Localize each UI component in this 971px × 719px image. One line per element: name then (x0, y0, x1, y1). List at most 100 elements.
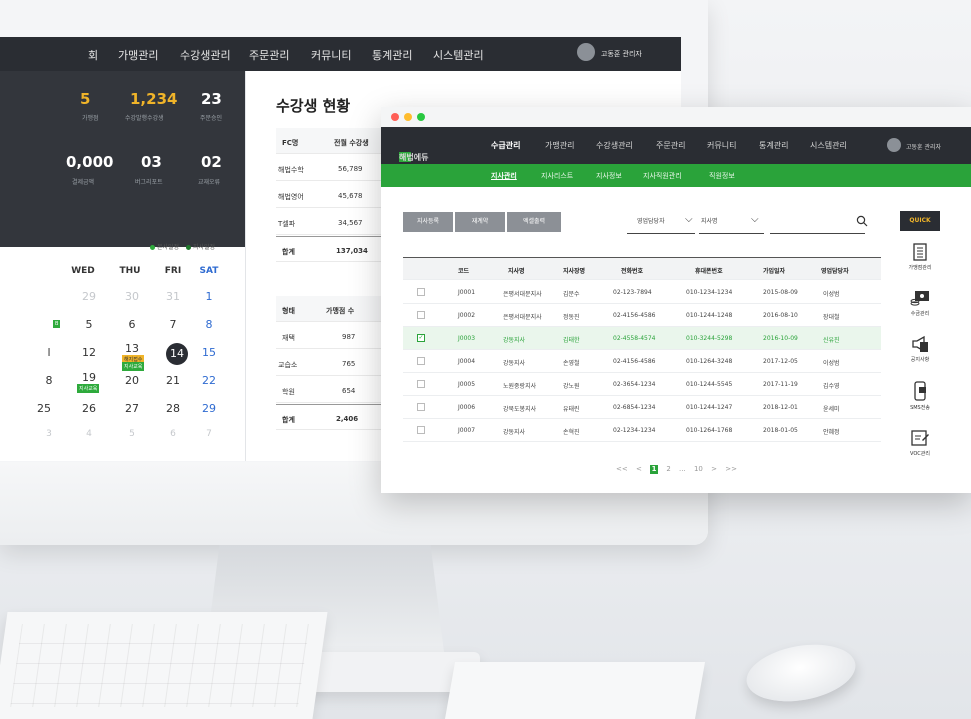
page-number[interactable]: 10 (694, 465, 703, 473)
calendar-day-header: WED (71, 266, 95, 276)
subnav-item[interactable]: 지사관리 (491, 171, 517, 181)
back-nav-item[interactable]: 수강생관리 (180, 47, 231, 63)
back-nav-item[interactable]: 시스템관리 (433, 47, 484, 63)
back-nav-item[interactable]: 통계관리 (372, 47, 412, 63)
subnav-item[interactable]: 지사정보 (596, 171, 622, 181)
back-user-name[interactable]: 고동훈 관리자 (601, 49, 642, 59)
back-nav-item[interactable]: 가맹관리 (118, 47, 158, 63)
next-page-button[interactable]: > (711, 465, 717, 473)
calendar-date[interactable]: 21 (158, 374, 188, 387)
table-row[interactable]: J0005 노원중랑지사 강노원 02-3654-1234 010-1244-5545 2… (403, 373, 881, 396)
calendar-date[interactable]: 20 (117, 374, 147, 387)
nav-item[interactable]: 가맹관리 (545, 140, 574, 151)
back-nav-item[interactable]: 회 (88, 47, 98, 63)
calendar-date[interactable]: 22 (194, 374, 224, 387)
first-page-button[interactable]: << (616, 465, 628, 473)
calendar-date[interactable]: 31 (158, 290, 188, 303)
quick-item[interactable]: 수금관리 (900, 289, 940, 317)
user-avatar-icon[interactable] (887, 138, 901, 152)
page-number-current[interactable]: 1 (650, 465, 659, 474)
calendar-date[interactable]: 25 (29, 402, 59, 415)
calendar-date[interactable]: 6 (117, 318, 147, 331)
calendar-date[interactable]: 29 (74, 290, 104, 303)
row-checkbox[interactable] (417, 311, 425, 319)
calendar-date[interactable]: 29 (194, 402, 224, 415)
table-cell: 유태린 (563, 406, 580, 413)
user-name[interactable]: 고동훈 관리자 (906, 142, 941, 151)
row-checkbox[interactable] (417, 288, 425, 296)
chevron-down-icon[interactable]: ⌵ (685, 214, 693, 225)
calendar-date[interactable]: 28 (158, 402, 188, 415)
row-checkbox[interactable] (417, 357, 425, 365)
nav-item[interactable]: 주문관리 (656, 140, 685, 151)
table-cell: 강동지사 (503, 337, 526, 344)
calendar-date[interactable]: 15 (194, 346, 224, 359)
calendar-date[interactable]: 26 (74, 402, 104, 415)
table-cell: 강노원 (563, 383, 580, 390)
table-cell: 은평서대문지사 (503, 291, 542, 298)
user-avatar-icon[interactable] (577, 43, 595, 61)
row-checkbox[interactable] (417, 403, 425, 411)
excel-export-button[interactable]: 엑셀출력 (507, 212, 561, 232)
calendar-event-tag[interactable]: 지사교육 (122, 362, 145, 371)
register-branch-button[interactable]: 지사등록 (403, 212, 453, 232)
table-total-row: 합계 137,034 (276, 236, 396, 262)
subnav-item[interactable]: 지사리스트 (541, 171, 573, 181)
calendar-date[interactable]: 7 (194, 429, 224, 439)
subnav-item[interactable]: 지사직원관리 (643, 171, 682, 181)
calendar-date[interactable]: 8 (194, 318, 224, 331)
calendar-date[interactable]: 27 (117, 402, 147, 415)
renew-contract-button[interactable]: 재계약 (455, 212, 505, 232)
table-row[interactable]: J0002 은평서대문지사 정동진 02-4156-4586 010-1244-1248… (403, 304, 881, 327)
table-row[interactable]: J0001 은평서대문지사 김문수 02-123-7894 010-1234-1234 2… (403, 281, 881, 304)
table-row[interactable]: J0004 강동지사 손영철 02-4156-4586 010-1264-3248 201… (403, 350, 881, 373)
calendar-date[interactable]: 30 (117, 290, 147, 303)
nav-item[interactable]: 수강생관리 (596, 140, 633, 151)
chevron-down-icon[interactable]: ⌵ (751, 214, 759, 225)
nav-item[interactable]: 수급관리 (491, 140, 520, 151)
calendar-date[interactable]: 4 (74, 429, 104, 439)
search-input[interactable] (770, 233, 865, 234)
prev-page-button[interactable]: < (636, 465, 642, 473)
quick-item[interactable]: SMS전송 (900, 381, 940, 411)
back-nav-item[interactable]: 커뮤니티 (311, 47, 351, 63)
stat-label: 수강발행수강생 (125, 115, 164, 122)
sales-manager-select[interactable]: 영업담당자 (637, 216, 665, 225)
nav-item[interactable]: 시스템관리 (810, 140, 847, 151)
quick-item[interactable]: 공지사항 (900, 335, 940, 363)
calendar-date[interactable]: 19 (74, 371, 104, 384)
table-row[interactable]: ✓ J0003 강동지사 김태한 02-4558-4574 010-3244-5298 20… (403, 327, 881, 350)
branch-name-select[interactable]: 지사명 (701, 216, 718, 225)
calendar-date[interactable]: 12 (74, 346, 104, 359)
nav-item[interactable]: 통계관리 (759, 140, 788, 151)
close-window-icon[interactable] (391, 113, 399, 121)
calendar-date[interactable]: 13 (117, 342, 147, 355)
table-row[interactable]: J0006 강북도봉지사 유태린 02-6854-1234 010-1244-1247 2… (403, 396, 881, 419)
search-icon[interactable] (856, 215, 868, 227)
maximize-window-icon[interactable] (417, 113, 425, 121)
calendar-date[interactable]: l (34, 346, 64, 359)
quick-item[interactable]: VOC관리 (900, 429, 940, 457)
minimize-window-icon[interactable] (404, 113, 412, 121)
back-nav-item[interactable]: 주문관리 (249, 47, 289, 63)
last-page-button[interactable]: >> (725, 465, 737, 473)
row-checkbox[interactable]: ✓ (417, 334, 425, 342)
quick-menu-button[interactable]: QUICK (900, 211, 940, 231)
calendar-event-tag[interactable]: 지사교육 (77, 384, 100, 393)
calendar-date[interactable]: 5 (74, 318, 104, 331)
subnav-item[interactable]: 직원정보 (709, 171, 735, 181)
calendar-event-tag[interactable]: B (53, 320, 61, 328)
table-row[interactable]: J0007 강동지사 손혁진 02-1234-1234 010-1264-1768 201… (403, 419, 881, 442)
nav-item[interactable]: 커뮤니티 (707, 140, 736, 151)
calendar-today[interactable]: 14 (166, 343, 188, 365)
calendar-date[interactable]: 7 (158, 318, 188, 331)
row-checkbox[interactable] (417, 426, 425, 434)
quick-item[interactable]: 가맹점관리 (900, 243, 940, 271)
calendar-date[interactable]: 1 (194, 290, 224, 303)
calendar-date[interactable]: 3 (34, 429, 64, 439)
calendar-date[interactable]: 6 (158, 429, 188, 439)
calendar-date[interactable]: 8 (34, 374, 64, 387)
row-checkbox[interactable] (417, 380, 425, 388)
calendar-date[interactable]: 5 (117, 429, 147, 439)
page-number[interactable]: 2 (666, 465, 670, 473)
